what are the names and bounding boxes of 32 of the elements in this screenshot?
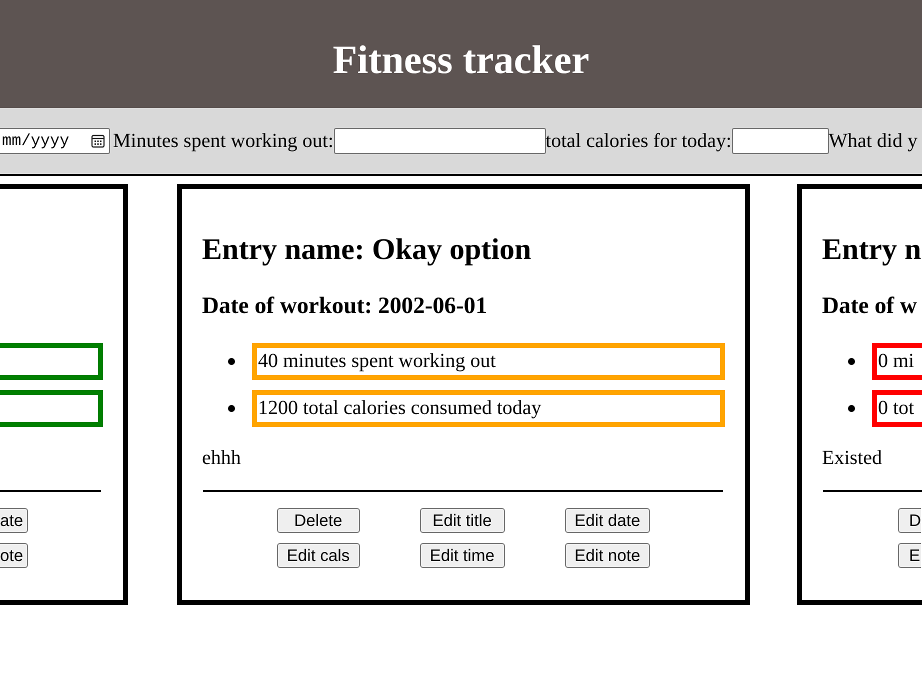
entry-note: Existed <box>822 446 882 469</box>
entry-date: Date of workout: 2002-06-01 <box>202 292 488 318</box>
input-field[interactable] <box>334 128 546 154</box>
entry-title: Entry n <box>822 233 922 266</box>
entry-title: Entry name: Okay option <box>202 233 532 266</box>
entry-date: Date of w <box>822 292 917 318</box>
action-button[interactable]: Edit title <box>420 508 504 533</box>
action-button[interactable]: E <box>898 542 922 568</box>
field-label: What did y <box>828 130 918 152</box>
field-label: total calories for today: <box>546 130 732 152</box>
stat-entry: 40 minutes spent working out <box>252 342 725 380</box>
action-button[interactable]: ate <box>0 508 28 533</box>
calendar-icon[interactable] <box>91 134 105 148</box>
action-button[interactable]: Edit cals <box>276 542 360 568</box>
app-title: Fitness tracker <box>332 37 590 83</box>
input-field[interactable] <box>732 128 829 154</box>
stat-entry: 0 tot <box>872 390 922 427</box>
action-button[interactable]: Edit date <box>564 508 650 533</box>
bullet-icon <box>848 358 855 365</box>
action-button[interactable]: Edit time <box>420 542 504 568</box>
bullet-icon <box>228 404 235 412</box>
stat-entry: 1200 total calories consumed today <box>252 390 725 427</box>
action-button[interactable]: Delete <box>276 508 360 533</box>
stat-entry: 0 mi <box>872 342 922 380</box>
field-label: Minutes spent working out: <box>113 130 334 152</box>
action-button[interactable]: D <box>898 508 922 533</box>
bullet-icon <box>228 358 235 365</box>
action-button[interactable]: Edit note <box>564 542 650 568</box>
entry-note: ehhh <box>202 446 241 469</box>
bullet-icon <box>848 404 855 412</box>
action-button[interactable]: ote <box>0 542 28 568</box>
date-field[interactable]: mm/yyyy <box>0 128 110 154</box>
